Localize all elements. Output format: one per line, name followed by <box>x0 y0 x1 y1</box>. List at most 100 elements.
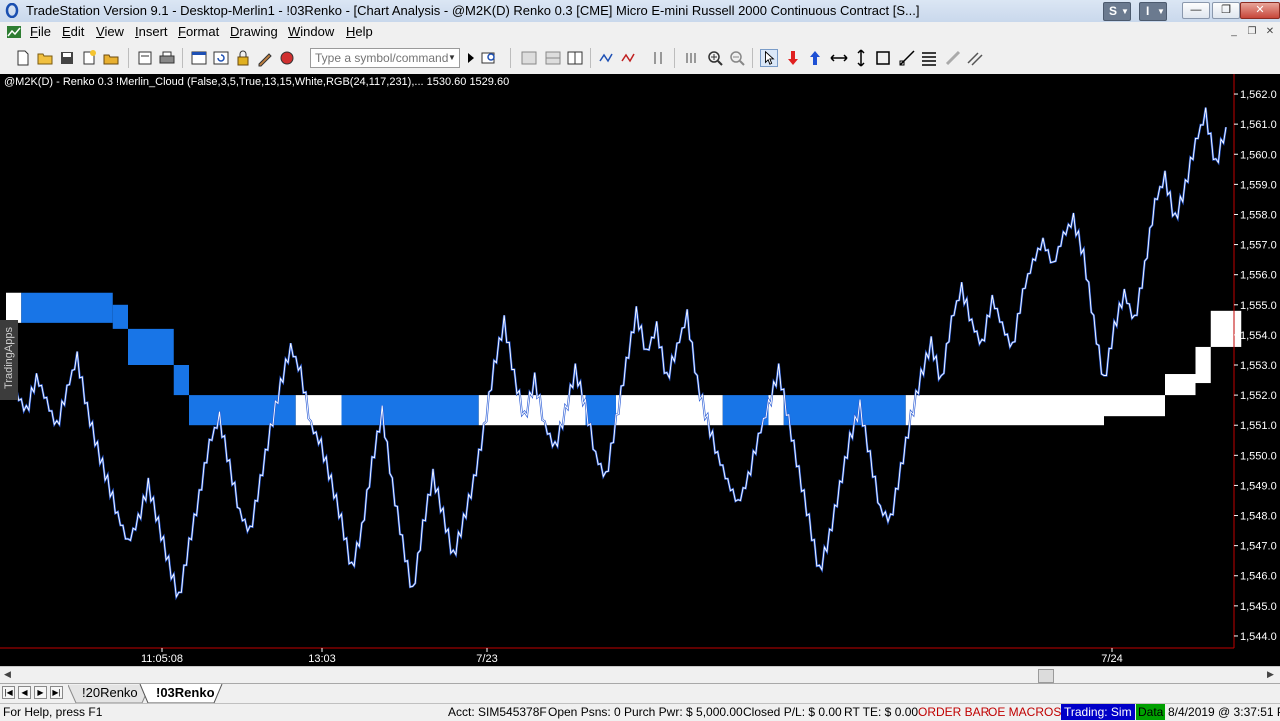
refresh-window-icon[interactable] <box>212 49 230 67</box>
trading-mode-badge[interactable]: Trading: Sim <box>1061 704 1135 720</box>
pencil-icon[interactable] <box>944 49 962 67</box>
tab-first-icon[interactable]: |◀ <box>2 686 15 699</box>
toolbar-separator <box>752 48 753 68</box>
close-button[interactable]: ✕ <box>1240 2 1280 19</box>
cloud-segment <box>173 365 189 396</box>
zoom-in-icon[interactable] <box>706 49 724 67</box>
rt-te-status[interactable]: RT TE: $ 0.00 <box>844 705 918 719</box>
menu-edit[interactable]: Edit <box>62 24 84 39</box>
order-bar-status[interactable]: ORDER BAR <box>918 705 989 719</box>
cloud-segment <box>295 395 342 426</box>
cloud-segment <box>1210 310 1242 347</box>
menu-insert[interactable]: Insert <box>135 24 168 39</box>
pointer-icon[interactable] <box>760 49 778 67</box>
bar-spacing-icon[interactable] <box>682 49 700 67</box>
new-workspace-icon[interactable] <box>80 49 98 67</box>
symbol-dropdown-icon[interactable]: ▼ <box>448 53 456 62</box>
vertical-line-icon[interactable] <box>852 49 870 67</box>
insert-strategy-icon[interactable] <box>620 49 638 67</box>
menu-format[interactable]: Format <box>178 24 219 39</box>
chart-style-icon[interactable] <box>520 49 538 67</box>
show-me-icon[interactable] <box>650 49 668 67</box>
chart-area[interactable]: 1,562.0 1,561.0 1,560.0 1,559.0 1,558.0 1,557… <box>0 74 1280 666</box>
renko-chart[interactable]: 1,562.0 1,561.0 1,560.0 1,559.0 1,558.0 1,557… <box>0 74 1280 666</box>
info-mode-button[interactable]: I ▼ <box>1139 2 1167 21</box>
save-all-icon[interactable] <box>58 49 76 67</box>
toolbar-separator <box>128 48 129 68</box>
y-tick-label: 1,554.0 <box>1240 330 1277 342</box>
horizontal-scrollbar[interactable]: ◀ ▶ <box>0 666 1280 684</box>
drawing-tool-icon[interactable] <box>256 49 274 67</box>
scroll-thumb[interactable] <box>1038 669 1054 683</box>
tab-next-icon[interactable]: ▶ <box>34 686 47 699</box>
menu-help[interactable]: Help <box>346 24 373 39</box>
workspace-tabs: |◀ ◀ ▶ ▶| !20Renko !03Renko <box>0 683 1280 704</box>
insert-indicator-icon[interactable] <box>598 49 616 67</box>
trendline-icon[interactable] <box>898 49 916 67</box>
tab-20renko[interactable]: !20Renko <box>82 684 138 703</box>
sim-badge-label: S <box>1109 4 1118 18</box>
y-tick-label: 1,552.0 <box>1240 390 1277 402</box>
sim-mode-button[interactable]: S ▼ <box>1103 2 1131 21</box>
restore-button[interactable]: ❐ <box>1212 2 1240 19</box>
title-bar: TradeStation Version 9.1 - Desktop-Merli… <box>0 0 1280 23</box>
menu-file[interactable]: File <box>30 24 51 39</box>
open-folder-icon[interactable] <box>36 49 54 67</box>
horizontal-line-icon[interactable] <box>830 49 848 67</box>
new-document-icon[interactable] <box>14 49 32 67</box>
go-arrow-icon[interactable] <box>462 49 480 67</box>
mdi-restore-button[interactable]: ❐ <box>1244 25 1260 39</box>
cloud-segment <box>112 304 128 329</box>
toolbar-separator <box>590 48 591 68</box>
toolbar-separator <box>674 48 675 68</box>
minimize-button[interactable]: — <box>1182 2 1210 19</box>
rectangle-icon[interactable] <box>874 49 892 67</box>
tab-prev-icon[interactable]: ◀ <box>18 686 31 699</box>
y-tick-label: 1,557.0 <box>1240 240 1277 252</box>
cloud-segment <box>128 328 174 365</box>
y-tick-label: 1,560.0 <box>1240 149 1277 161</box>
chart-window-icon[interactable] <box>6 24 22 40</box>
account-status[interactable]: Acct: SIM545378F <box>448 705 547 719</box>
chart-grid-icon[interactable] <box>544 49 562 67</box>
print-preview-icon[interactable] <box>136 49 154 67</box>
window-title: TradeStation Version 9.1 - Desktop-Merli… <box>26 3 920 18</box>
tradingapps-watermark: TradingApps <box>3 327 15 389</box>
y-tick-label: 1,547.0 <box>1240 541 1277 553</box>
data-window-icon[interactable] <box>566 49 584 67</box>
info-badge-label: I <box>1146 4 1150 18</box>
open-positions-status[interactable]: Open Psns: 0 <box>548 705 621 719</box>
sell-arrow-icon[interactable] <box>784 49 802 67</box>
tab-03renko[interactable]: !03Renko <box>156 684 215 703</box>
cloud-segment <box>189 395 296 426</box>
format-color-icon[interactable] <box>278 49 296 67</box>
oe-macros-status[interactable]: OE MACROS <box>988 705 1061 719</box>
lock-icon[interactable] <box>234 49 252 67</box>
help-hint: For Help, press F1 <box>3 705 103 719</box>
buy-arrow-icon[interactable] <box>806 49 824 67</box>
scroll-left-icon[interactable]: ◀ <box>4 669 11 680</box>
closed-pl-status[interactable]: Closed P/L: $ 0.00 <box>743 705 842 719</box>
tradingapps-watermark-tab: TradingApps <box>0 320 18 400</box>
x-tick-label: 11:05:08 <box>141 653 183 665</box>
mdi-minimize-button[interactable]: _ <box>1226 25 1242 39</box>
window-list-icon[interactable] <box>190 49 208 67</box>
print-icon[interactable] <box>158 49 176 67</box>
fibonacci-icon[interactable] <box>920 49 938 67</box>
mdi-close-button[interactable]: ✕ <box>1262 25 1278 39</box>
tab-last-icon[interactable]: ▶| <box>50 686 63 699</box>
channel-icon[interactable] <box>966 49 984 67</box>
data-status-badge[interactable]: Data <box>1136 704 1166 720</box>
y-tick-label: 1,555.0 <box>1240 300 1277 312</box>
cloud-segment <box>21 292 113 323</box>
menu-drawing[interactable]: Drawing <box>230 24 278 39</box>
menu-view[interactable]: View <box>96 24 124 39</box>
open-workspace-icon[interactable] <box>102 49 120 67</box>
symbol-command-input[interactable] <box>310 48 460 68</box>
scroll-right-icon[interactable]: ▶ <box>1267 669 1274 680</box>
purchasing-power-status[interactable]: Purch Pwr: $ 5,000.00 <box>624 705 743 719</box>
status-bar: For Help, press F1 Acct: SIM545378F Open… <box>0 703 1280 721</box>
zoom-out-icon[interactable] <box>728 49 746 67</box>
symbol-lookup-icon[interactable] <box>480 49 498 67</box>
menu-window[interactable]: Window <box>288 24 334 39</box>
